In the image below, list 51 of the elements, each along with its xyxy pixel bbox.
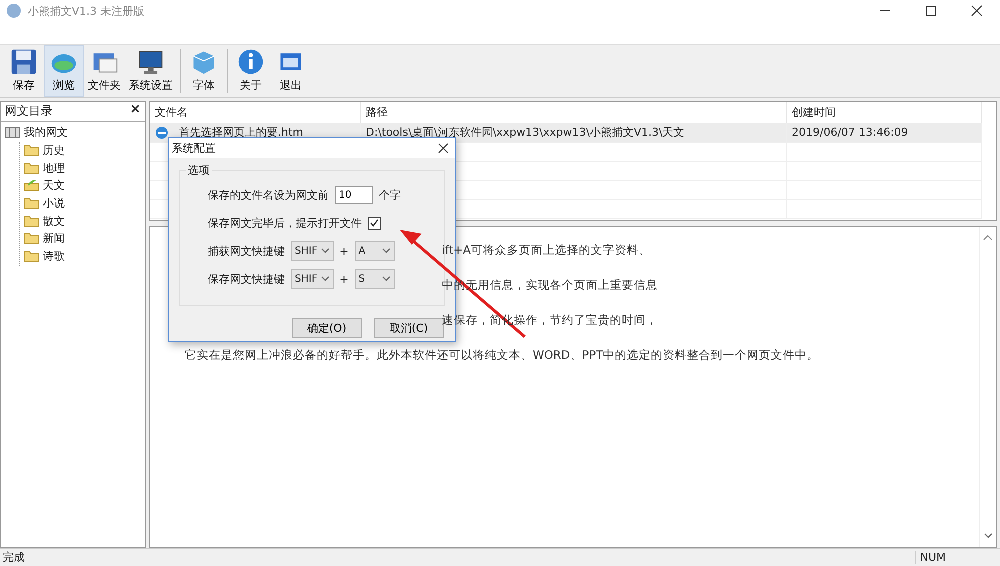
scroll-up-icon[interactable] <box>983 235 993 241</box>
panel-close-button[interactable]: × <box>130 103 141 120</box>
length-input[interactable]: 10 <box>335 186 373 204</box>
text-line: 它实在是您网上冲浪必备的好帮手。此外本软件还可以将纯文本、WORD、PPT中的选定的资料整合到一个网页文件中。 <box>185 348 820 362</box>
table-cell: D:\tools\桌面\河东软件园\xxpw13\xxpw13\小熊捕文V1.3\天文 <box>366 126 685 139</box>
key-dropdown[interactable]: A <box>354 241 395 261</box>
table-cell: 首先选择网页上的要.htm <box>179 126 304 139</box>
window-title: 小熊捕文V1.3 未注册版 <box>28 4 145 18</box>
dropdown-caret-icon <box>320 276 330 282</box>
modifier-dropdown[interactable]: SHIF <box>291 269 334 289</box>
info-icon <box>236 48 266 76</box>
checkbox[interactable] <box>368 216 381 230</box>
toolbar-button[interactable]: 文件夹 <box>84 45 125 97</box>
modifier-dropdown[interactable]: SHIF <box>291 241 334 261</box>
dialog-button[interactable]: 取消(C) <box>374 318 444 338</box>
num-lock-indicator: NUM <box>915 551 950 564</box>
toolbar-button[interactable]: 保存 <box>4 45 44 97</box>
tree-item[interactable]: 散文 <box>43 214 65 229</box>
checkbox-label: 保存网文完毕后，提示打开文件 <box>208 216 362 230</box>
app-icon <box>6 3 22 19</box>
key-dropdown[interactable]: S <box>354 269 395 289</box>
tree-item[interactable]: 诗歌 <box>43 249 65 264</box>
dropdown-caret-icon <box>320 248 330 254</box>
tree-item[interactable]: 地理 <box>43 160 65 176</box>
close-icon[interactable] <box>438 142 449 154</box>
dropdown-caret-icon <box>382 248 391 254</box>
plus-sign: + <box>340 244 349 258</box>
dropdown-caret-icon <box>382 276 391 282</box>
dialog-button[interactable]: 确定(O) <box>292 318 362 338</box>
toolbar-button[interactable]: 系统设置 <box>125 45 177 97</box>
field-label: 保存的文件名设为网文前 <box>208 188 329 202</box>
field-label: 保存网文快捷键 <box>208 272 285 286</box>
toolbar-button[interactable]: 字体 <box>184 45 224 97</box>
unit-label: 个字 <box>379 188 401 202</box>
table-cell: 2019/06/07 13:46:09 <box>792 126 908 139</box>
status-text: 完成 <box>3 550 25 565</box>
group-label: 选项 <box>186 163 212 178</box>
cabinet-icon <box>5 126 21 140</box>
tree-item[interactable]: 我的网文 <box>24 125 68 140</box>
tree-item[interactable]: 天文 <box>43 178 65 194</box>
plus-sign: + <box>340 272 349 286</box>
dialog-title: 系统配置 <box>172 140 216 156</box>
panel-title: 网文目录 <box>5 103 53 120</box>
toolbar-button[interactable]: 退出 <box>271 45 311 97</box>
toolbar-button[interactable]: 浏览 <box>44 45 84 97</box>
tree-item[interactable]: 新闻 <box>43 231 65 246</box>
tree-item[interactable]: 历史 <box>43 143 65 158</box>
field-label: 捕获网文快捷键 <box>208 244 285 258</box>
tree-item[interactable]: 小说 <box>43 196 65 212</box>
scroll-down-icon <box>984 533 992 539</box>
toolbar-button[interactable]: 关于 <box>231 45 271 97</box>
